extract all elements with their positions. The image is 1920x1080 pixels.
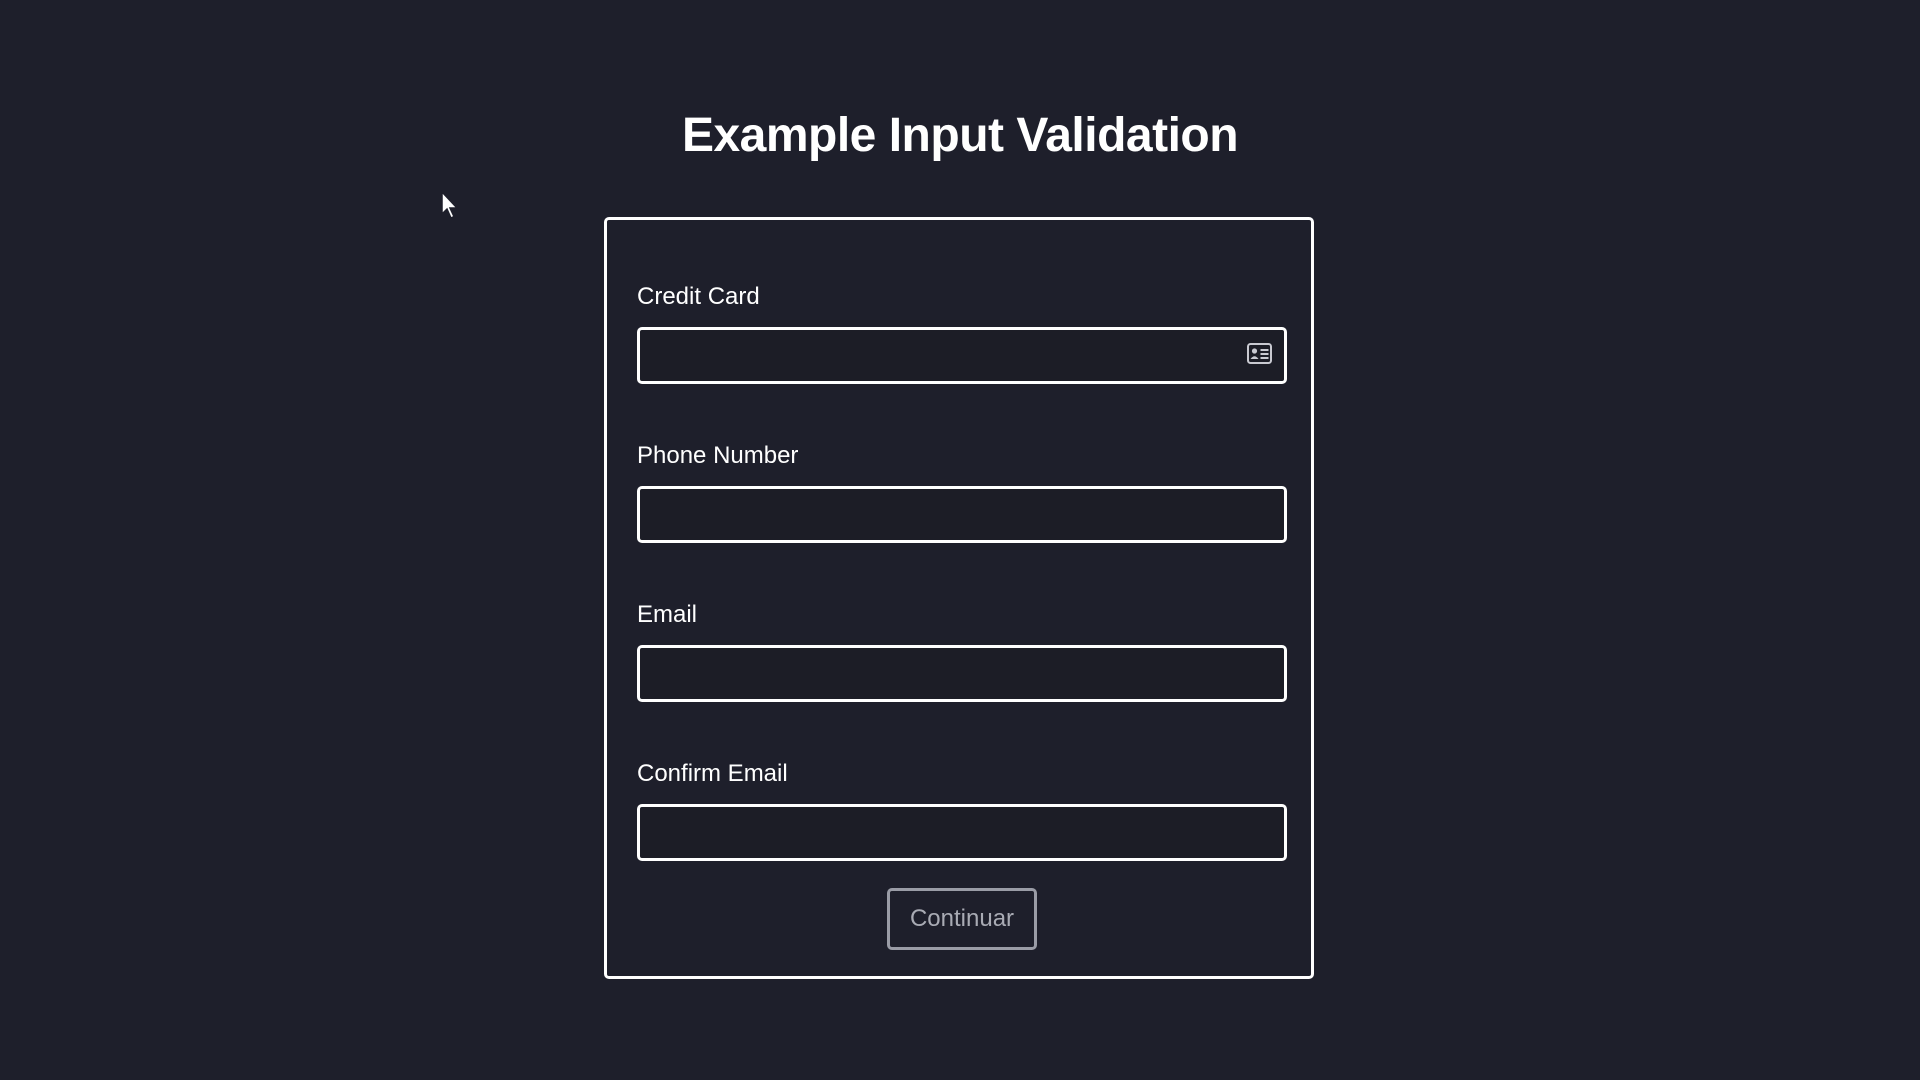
confirm-email-input[interactable] bbox=[637, 804, 1287, 861]
phone-number-label: Phone Number bbox=[637, 442, 799, 469]
email-label: Email bbox=[637, 601, 698, 628]
email-input-wrap bbox=[637, 645, 1287, 702]
phone-number-input[interactable] bbox=[637, 486, 1287, 543]
page: Example Input Validation Credit Card Pho… bbox=[0, 0, 1920, 1080]
credit-card-input-wrap bbox=[637, 327, 1287, 384]
credit-card-label: Credit Card bbox=[637, 283, 760, 310]
phone-number-field: Phone Number bbox=[637, 441, 1287, 543]
page-title: Example Input Validation bbox=[681, 109, 1239, 162]
validation-form: Credit Card Phone Number Email Confirm E… bbox=[604, 217, 1314, 979]
id-card-icon[interactable] bbox=[1247, 343, 1272, 364]
email-field: Email bbox=[637, 600, 1287, 702]
continue-button[interactable]: Continuar bbox=[887, 888, 1037, 950]
mouse-cursor-icon bbox=[441, 190, 459, 220]
email-input[interactable] bbox=[637, 645, 1287, 702]
credit-card-field: Credit Card bbox=[637, 282, 1287, 384]
credit-card-input[interactable] bbox=[637, 327, 1287, 384]
confirm-email-label: Confirm Email bbox=[637, 760, 788, 787]
confirm-email-field: Confirm Email bbox=[637, 759, 1287, 861]
phone-number-input-wrap bbox=[637, 486, 1287, 543]
confirm-email-input-wrap bbox=[637, 804, 1287, 861]
